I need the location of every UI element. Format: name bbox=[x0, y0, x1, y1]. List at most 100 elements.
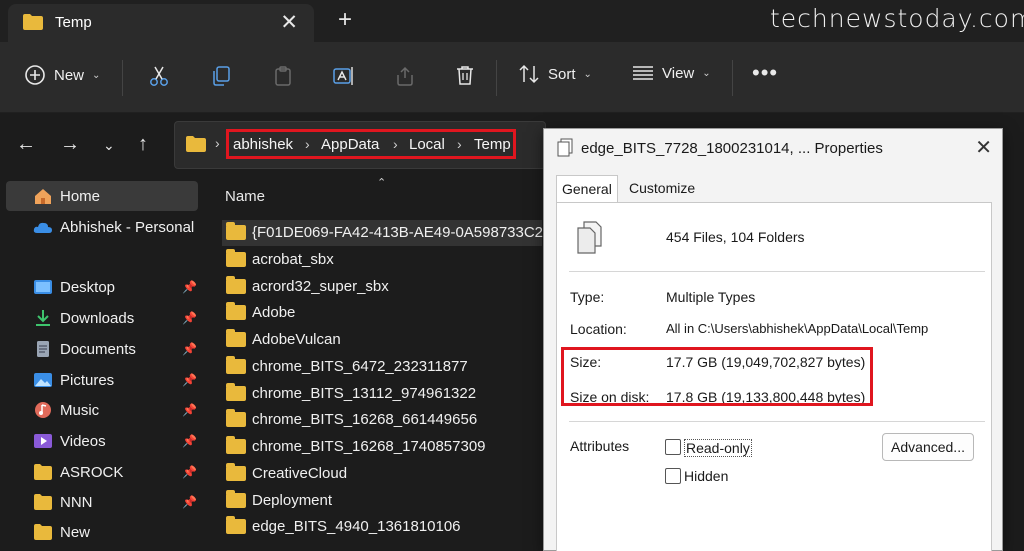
file-row[interactable]: acrobat_sbx bbox=[222, 247, 542, 273]
file-row[interactable]: Adobe bbox=[222, 300, 542, 326]
chevron-right-icon: › bbox=[393, 136, 398, 152]
pin-icon: 📌 bbox=[182, 403, 197, 417]
folder-icon bbox=[226, 490, 246, 508]
file-row[interactable]: CreativeCloud bbox=[222, 461, 542, 487]
chevron-right-icon: › bbox=[305, 136, 310, 152]
more-options-icon[interactable]: ••• bbox=[752, 60, 778, 86]
command-bar: New ⌄ Sort ⌄ View ⌄ ••• bbox=[0, 42, 1024, 113]
folder-icon bbox=[226, 436, 246, 454]
file-row[interactable]: acrord32_super_sbx bbox=[222, 274, 542, 300]
paste-icon[interactable] bbox=[272, 65, 294, 87]
tab-general[interactable]: General bbox=[556, 175, 618, 203]
chevron-down-icon: ⌄ bbox=[702, 67, 711, 79]
folder-icon bbox=[226, 249, 246, 267]
read-only-checkbox[interactable] bbox=[665, 439, 681, 455]
forward-arrow-icon[interactable]: → bbox=[60, 133, 80, 156]
file-row[interactable]: chrome_BITS_6472_232311877 bbox=[222, 354, 542, 380]
hidden-label: Hidden bbox=[684, 468, 729, 484]
folder-icon bbox=[226, 222, 246, 240]
divider bbox=[569, 271, 985, 272]
file-count-summary: 454 Files, 104 Folders bbox=[666, 229, 805, 245]
breadcrumb-item[interactable]: Temp bbox=[474, 136, 511, 153]
chevron-right-icon: › bbox=[215, 135, 220, 151]
size-highlight bbox=[561, 347, 873, 406]
share-icon[interactable] bbox=[394, 65, 416, 87]
properties-dialog: edge_BITS_7728_1800231014, ... Propertie… bbox=[543, 128, 1003, 551]
breadcrumb-item[interactable]: Local bbox=[409, 136, 445, 153]
file-row[interactable]: Deployment bbox=[222, 488, 542, 514]
sidebar-item-documents[interactable]: Documents 📌 bbox=[6, 334, 198, 364]
view-button[interactable]: View ⌄ bbox=[632, 64, 711, 82]
new-tab-button[interactable]: + bbox=[338, 6, 352, 34]
sidebar-item-home[interactable]: Home bbox=[6, 181, 198, 211]
tab-close-icon[interactable]: ✕ bbox=[280, 10, 298, 35]
folder-icon bbox=[186, 136, 206, 152]
hidden-checkbox[interactable] bbox=[665, 468, 681, 484]
recent-chevron-icon[interactable]: ⌄ bbox=[103, 137, 115, 154]
sidebar-item-asrock[interactable]: ASROCK 📌 bbox=[6, 457, 198, 487]
multiple-files-icon bbox=[577, 221, 602, 254]
videos-icon bbox=[34, 434, 52, 448]
pin-icon: 📌 bbox=[182, 311, 197, 325]
tab-temp[interactable]: Temp ✕ bbox=[8, 4, 314, 42]
multiple-files-icon bbox=[557, 138, 573, 157]
sidebar-item-label: Desktop bbox=[60, 278, 116, 296]
location-label: Location: bbox=[570, 321, 627, 337]
pin-icon: 📌 bbox=[182, 434, 197, 448]
breadcrumb-item[interactable]: abhishek bbox=[233, 136, 293, 153]
divider bbox=[496, 60, 497, 96]
dialog-close-icon[interactable]: ✕ bbox=[975, 135, 992, 160]
sidebar-item-music[interactable]: Music 📌 bbox=[6, 395, 198, 425]
file-row[interactable]: {F01DE069-FA42-413B-AE49-0A598733C2... bbox=[222, 220, 556, 246]
sidebar-item-label: ASROCK bbox=[60, 463, 124, 481]
pin-icon: 📌 bbox=[182, 280, 197, 294]
back-arrow-icon[interactable]: ← bbox=[16, 133, 36, 156]
file-row[interactable]: edge_BITS_4940_1361810106 bbox=[222, 514, 542, 540]
file-name: chrome_BITS_6472_232311877 bbox=[252, 358, 468, 375]
sidebar-item-pictures[interactable]: Pictures 📌 bbox=[6, 365, 198, 395]
file-row[interactable]: chrome_BITS_16268_1740857309 bbox=[222, 434, 542, 460]
file-row[interactable]: chrome_BITS_13112_974961322 bbox=[222, 381, 542, 407]
file-name: {F01DE069-FA42-413B-AE49-0A598733C2... bbox=[252, 224, 556, 241]
folder-icon bbox=[34, 464, 52, 480]
column-header-name[interactable]: Name bbox=[225, 188, 265, 205]
folder-icon bbox=[23, 14, 43, 30]
folder-icon bbox=[226, 356, 246, 374]
sidebar-item-downloads[interactable]: Downloads 📌 bbox=[6, 303, 198, 333]
sidebar-item-nnn[interactable]: NNN 📌 bbox=[6, 487, 198, 517]
new-button[interactable]: New ⌄ bbox=[24, 64, 100, 86]
sidebar-item-videos[interactable]: Videos 📌 bbox=[6, 426, 198, 456]
sort-button[interactable]: Sort ⌄ bbox=[518, 64, 592, 84]
file-name: edge_BITS_4940_1361810106 bbox=[252, 518, 461, 535]
type-value: Multiple Types bbox=[666, 289, 756, 305]
sidebar-item-new[interactable]: New bbox=[6, 517, 198, 547]
sidebar-item-label: Videos bbox=[60, 432, 106, 450]
advanced-button[interactable]: Advanced... bbox=[882, 433, 974, 461]
navigation-pane: Home Abhishek - Personal Desktop 📌 Downl… bbox=[0, 177, 205, 549]
file-row[interactable]: AdobeVulcan bbox=[222, 327, 542, 353]
chevron-down-icon: ⌄ bbox=[583, 68, 592, 80]
folder-icon bbox=[226, 383, 246, 401]
attributes-label: Attributes bbox=[570, 438, 630, 454]
sidebar-item-desktop[interactable]: Desktop 📌 bbox=[6, 272, 198, 302]
divider bbox=[569, 421, 985, 422]
tab-customize[interactable]: Customize bbox=[624, 175, 700, 202]
sidebar-item-label: Music bbox=[60, 401, 100, 419]
music-icon bbox=[35, 402, 51, 418]
folder-icon bbox=[34, 494, 52, 510]
pictures-icon bbox=[34, 373, 52, 387]
sort-icon bbox=[519, 64, 539, 84]
folder-icon bbox=[226, 516, 246, 534]
sidebar-item-onedrive[interactable]: Abhishek - Personal bbox=[6, 212, 198, 242]
sort-ascending-icon: ⌃ bbox=[377, 177, 387, 189]
up-arrow-icon[interactable]: ↑ bbox=[138, 133, 148, 156]
cut-icon[interactable] bbox=[148, 65, 170, 87]
delete-icon[interactable] bbox=[454, 64, 476, 86]
watermark: technewstoday.com bbox=[770, 4, 1024, 33]
rename-icon[interactable] bbox=[332, 65, 354, 87]
copy-icon[interactable] bbox=[210, 65, 232, 87]
divider bbox=[732, 60, 733, 96]
folder-icon bbox=[226, 329, 246, 347]
breadcrumb-item[interactable]: AppData bbox=[321, 136, 379, 153]
file-row[interactable]: chrome_BITS_16268_661449656 bbox=[222, 407, 542, 433]
